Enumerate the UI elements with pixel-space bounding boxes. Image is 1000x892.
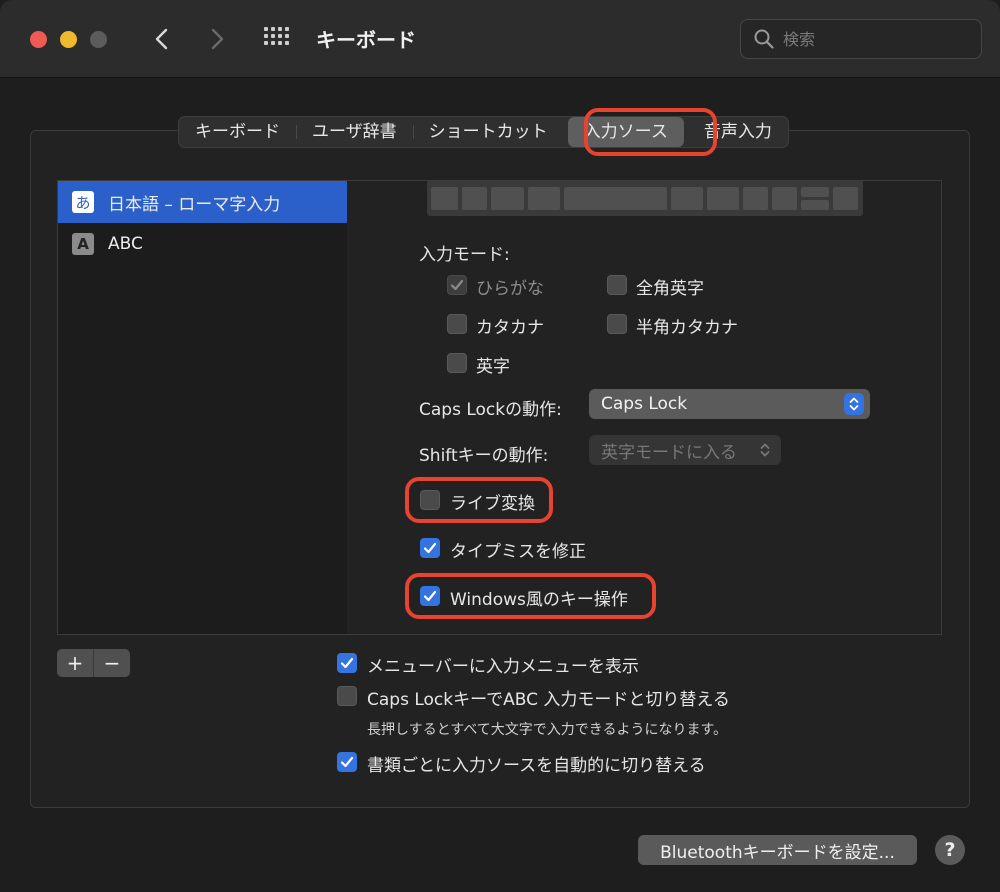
auto-switch-source-checkbox[interactable] [337,752,357,772]
window-title: キーボード [316,28,416,52]
help-button[interactable]: ? [935,835,965,865]
fullwidth-roman-label: 全角英字 [636,279,704,299]
search-field[interactable] [740,19,982,59]
source-item-japanese[interactable]: あ 日本語 – ローマ字入力 [58,181,347,223]
keyboard-preferences-window: キーボード キーボード ユーザ辞書 ショートカット 入力ソース 音声入力 あ 日… [0,0,1000,892]
show-all-grid-button[interactable] [262,25,292,53]
keyboard-preview [427,181,863,216]
katakana-checkbox[interactable] [447,314,467,334]
checkmark-icon [340,756,354,768]
search-input[interactable] [783,29,963,49]
shift-action-popup[interactable]: 英字モードに入る [589,435,781,465]
minimize-window-button[interactable] [60,31,77,48]
auto-switch-source-label: 書類ごとに入力ソースを自動的に切り替える [367,756,706,776]
windows-keys-checkbox[interactable] [420,586,440,606]
setup-bluetooth-keyboard-button[interactable]: Bluetoothキーボードを設定... [638,835,917,865]
halfwidth-katakana-label: 半角カタカナ [636,318,738,338]
caps-lock-switch-label: Caps LockキーでABC 入力モードと切り替える [367,690,730,710]
live-conversion-checkbox[interactable] [420,490,440,510]
tab-bar: キーボード ユーザ辞書 ショートカット 入力ソース 音声入力 [178,116,789,148]
checkmark-icon [423,590,437,602]
back-button[interactable] [145,22,179,56]
caps-lock-action-popup[interactable]: Caps Lock [589,389,870,419]
typo-correction-checkbox[interactable] [420,538,440,558]
live-conversion-label: ライブ変換 [450,494,535,514]
shift-action-label: Shiftキーの動作: [419,446,549,466]
zoom-window-button[interactable] [90,31,107,48]
hiragana-label: ひらがな [476,279,544,299]
show-input-menu-label: メニューバーに入力メニューを表示 [367,657,639,677]
roman-checkbox[interactable] [447,353,467,373]
caps-lock-switch-note: 長押しするとすべて大文字で入力できるようになります。 [367,722,728,738]
popup-chevrons-icon [844,393,864,415]
forward-button[interactable] [200,22,234,56]
katakana-label: カタカナ [476,318,544,338]
checkmark-icon [450,279,464,291]
abc-icon: A [72,233,94,255]
caps-lock-switch-checkbox[interactable] [337,686,357,706]
remove-source-button[interactable]: − [93,649,130,677]
source-item-abc[interactable]: A ABC [58,223,347,265]
input-source-list: あ 日本語 – ローマ字入力 A ABC [57,180,348,635]
input-mode-title: 入力モード: [419,245,510,265]
source-list-controls: + − [57,649,130,677]
add-source-button[interactable]: + [57,649,93,677]
roman-label: 英字 [476,357,510,377]
checkmark-icon [340,657,354,669]
caps-lock-action-label: Caps Lockの動作: [419,400,562,420]
windows-keys-label: Windows風のキー操作 [450,590,628,610]
fullwidth-roman-checkbox[interactable] [607,275,627,295]
tab-user-dictionary[interactable]: ユーザ辞書 [296,117,413,147]
checkmark-icon [423,542,437,554]
source-label: 日本語 – ローマ字入力 [108,194,281,215]
chevron-left-icon [155,28,168,50]
caps-lock-action-value: Caps Lock [601,394,688,414]
typo-correction-label: タイプミスを修正 [450,542,586,562]
tab-shortcuts[interactable]: ショートカット [412,117,564,147]
search-icon [754,29,774,49]
close-window-button[interactable] [30,31,47,48]
hiragana-checkbox[interactable] [447,275,467,295]
tab-keyboard[interactable]: キーボード [179,117,296,147]
source-label: ABC [108,234,143,254]
hiragana-icon: あ [72,191,94,213]
halfwidth-katakana-checkbox[interactable] [607,314,627,334]
title-bar: キーボード [0,0,1000,78]
tab-dictation[interactable]: 音声入力 [688,117,788,147]
popup-chevrons-icon [755,439,775,461]
chevron-right-icon [211,28,224,50]
show-input-menu-checkbox[interactable] [337,653,357,673]
tab-input-sources[interactable]: 入力ソース [567,117,684,147]
shift-action-value: 英字モードに入る [601,442,737,463]
